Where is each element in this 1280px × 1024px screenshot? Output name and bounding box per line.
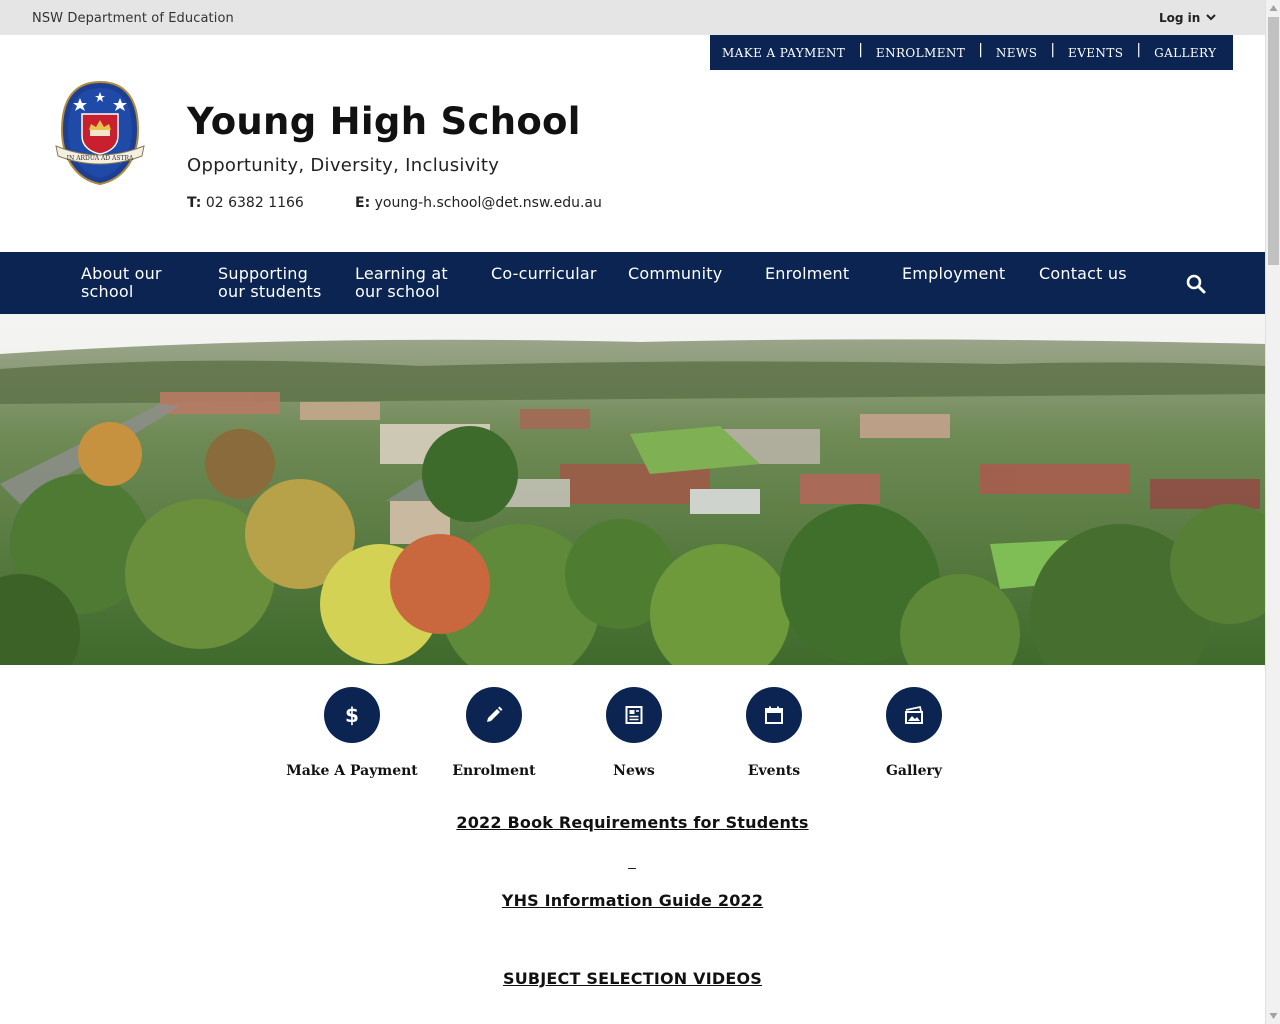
quick-links-bar: MAKE A PAYMENT | ENROLMENT | NEWS | EVEN… [710, 35, 1233, 70]
quick-link-make-a-payment[interactable]: MAKE A PAYMENT [722, 46, 845, 60]
svg-text:$: $ [345, 704, 359, 726]
login-button[interactable]: Log in [1159, 11, 1200, 25]
pencil-icon [487, 706, 503, 722]
hero-aerial-school-image [0, 314, 1265, 665]
link-information-guide[interactable]: YHS Information Guide 2022 [0, 891, 1265, 910]
divider-dash [628, 868, 636, 869]
school-crest-logo[interactable]: IN ARDUA AD ASTRA [54, 80, 146, 186]
scroll-up-arrow-icon[interactable] [1269, 4, 1278, 13]
school-tagline: Opportunity, Diversity, Inclusivity [187, 155, 500, 176]
search-icon[interactable] [1186, 274, 1206, 294]
tile-circle[interactable]: $ [324, 687, 380, 743]
tile-circle[interactable] [606, 687, 662, 743]
dollar-icon: $ [345, 704, 359, 726]
tile-label[interactable]: Gallery [844, 763, 984, 779]
tile-label[interactable]: Enrolment [424, 763, 564, 779]
contact-email: E: young-h.school@det.nsw.edu.au [355, 195, 602, 211]
newspaper-icon [625, 706, 643, 724]
nav-item-community[interactable]: Community [628, 265, 748, 283]
crest-motto: IN ARDUA AD ASTRA [67, 155, 134, 162]
scroll-down-arrow-icon[interactable] [1269, 1011, 1278, 1020]
quick-link-gallery[interactable]: GALLERY [1154, 46, 1216, 60]
phone-number[interactable]: 02 6382 1166 [206, 195, 304, 211]
calendar-icon [765, 706, 783, 724]
nav-item-enrolment[interactable]: Enrolment [765, 265, 885, 283]
nav-item-employment[interactable]: Employment [902, 265, 1022, 283]
tile-circle[interactable] [746, 687, 802, 743]
email-label: E: [355, 195, 371, 211]
link-book-requirements[interactable]: 2022 Book Requirements for Students [0, 813, 1265, 832]
nav-item-about-our-school[interactable]: About our school [81, 265, 191, 301]
nav-item-co-curricular[interactable]: Co-curricular [491, 265, 611, 283]
quick-link-news[interactable]: NEWS [996, 46, 1037, 60]
quick-link-separator: | [858, 41, 863, 58]
nav-item-learning-at-our-school[interactable]: Learning at our school [355, 265, 470, 301]
tile-make-a-payment[interactable]: $ Make A Payment [282, 687, 422, 779]
department-name[interactable]: NSW Department of Education [32, 11, 234, 26]
school-name[interactable]: Young High School [187, 100, 581, 143]
tile-label[interactable]: Make A Payment [282, 763, 422, 779]
quick-link-events[interactable]: EVENTS [1068, 46, 1123, 60]
quick-link-separator: | [1136, 41, 1142, 58]
gallery-icon [905, 705, 923, 724]
nav-item-contact-us[interactable]: Contact us [1039, 265, 1159, 283]
scrollbar-thumb[interactable] [1268, 17, 1279, 265]
email-address[interactable]: young-h.school@det.nsw.edu.au [375, 195, 602, 211]
nav-item-supporting-our-students[interactable]: Supporting our students [218, 265, 333, 301]
tile-label[interactable]: Events [704, 763, 844, 779]
tile-gallery[interactable]: Gallery [844, 687, 984, 779]
vertical-scrollbar[interactable] [1265, 0, 1280, 1024]
tile-label[interactable]: News [564, 763, 704, 779]
tile-news[interactable]: News [564, 687, 704, 779]
quick-link-separator: | [1050, 41, 1056, 58]
contact-phone: T: 02 6382 1166 [187, 195, 304, 211]
tile-events[interactable]: Events [704, 687, 844, 779]
department-bar: NSW Department of Education Log in [0, 0, 1265, 35]
quick-link-separator: | [978, 41, 983, 58]
tile-enrolment[interactable]: Enrolment [424, 687, 564, 779]
link-subject-selection-videos[interactable]: SUBJECT SELECTION VIDEOS [0, 969, 1265, 988]
main-navigation: About our school Supporting our students… [0, 252, 1265, 314]
quick-link-enrolment[interactable]: ENROLMENT [876, 46, 965, 60]
tile-circle[interactable] [466, 687, 522, 743]
phone-label: T: [187, 195, 202, 211]
tile-circle[interactable] [886, 687, 942, 743]
chevron-down-icon[interactable] [1205, 11, 1217, 23]
